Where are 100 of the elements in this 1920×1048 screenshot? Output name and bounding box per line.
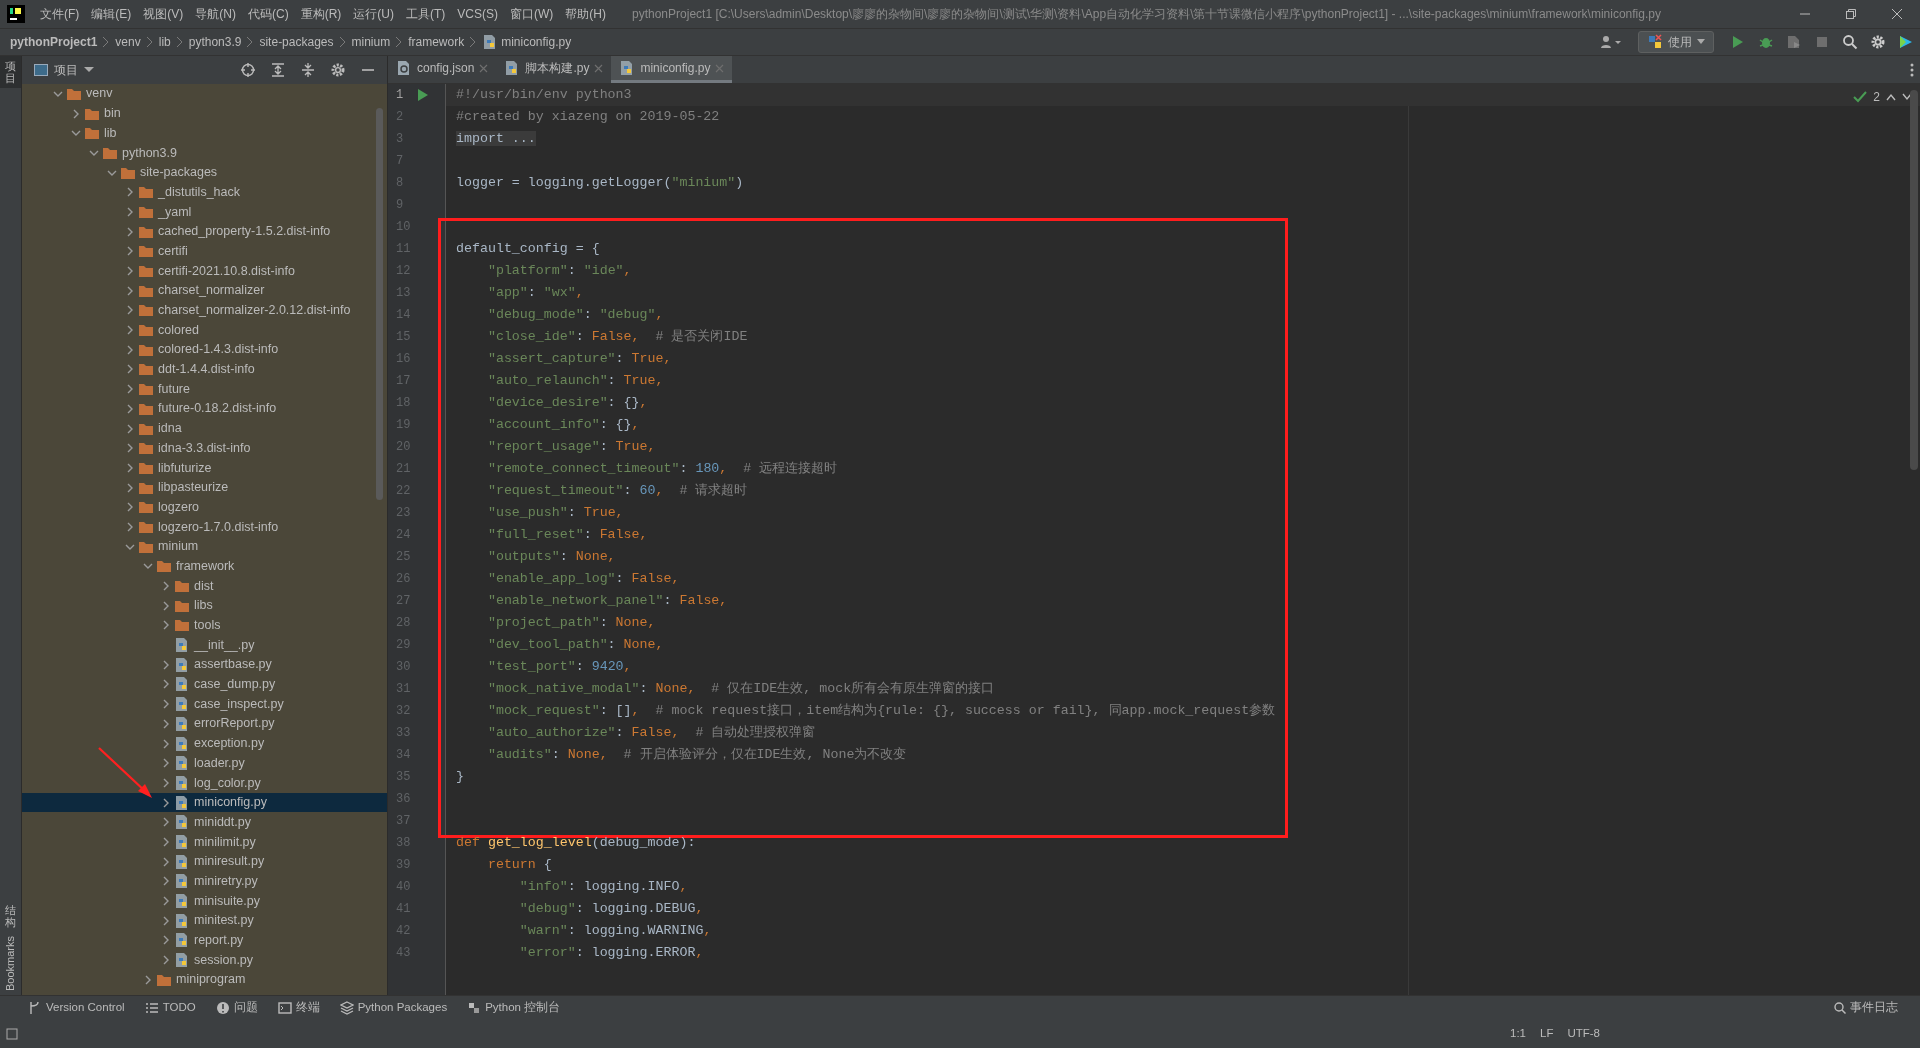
menu-item[interactable]: 文件(F)	[34, 5, 86, 23]
tree-item[interactable]: log_color.py	[22, 773, 387, 793]
tool-window-button[interactable]: Version Control	[28, 999, 125, 1017]
tree-item[interactable]: python3.9	[22, 143, 387, 163]
tool-window-button[interactable]: Python Packages	[339, 999, 448, 1017]
breadcrumb-item[interactable]: miniconfig.py	[482, 33, 572, 51]
scrollbar[interactable]	[376, 108, 383, 500]
tree-item[interactable]: loader.py	[22, 753, 387, 774]
menu-item[interactable]: 工具(T)	[400, 5, 452, 23]
tree-item[interactable]: errorReport.py	[22, 714, 387, 734]
tree-item[interactable]: report.py	[22, 930, 387, 951]
tree-item[interactable]: charset_normalizer-2.0.12.dist-info	[22, 300, 387, 321]
scrollbar[interactable]	[1910, 90, 1918, 470]
menu-item[interactable]: 帮助(H)	[559, 5, 612, 23]
tree-item[interactable]: lib	[22, 123, 387, 144]
code-line: "test_port": 9420,	[486, 658, 632, 677]
tree-item[interactable]: case_dump.py	[22, 674, 387, 695]
python-file-icon	[174, 912, 190, 929]
tool-window-tab[interactable]: 项目	[0, 56, 21, 89]
run-icon[interactable]	[417, 89, 430, 101]
event-log-button[interactable]: 事件日志	[1834, 999, 1898, 1017]
menu-item[interactable]: 视图(V)	[137, 5, 190, 23]
tree-item[interactable]: _yaml	[22, 202, 387, 222]
tree-item[interactable]: minisuite.py	[22, 891, 387, 911]
tree-item[interactable]: miniprogram	[22, 969, 387, 990]
tree-item[interactable]: cached_property-1.5.2.dist-info	[22, 221, 387, 242]
tree-item[interactable]: minilimit.py	[22, 832, 387, 852]
tree-item[interactable]: certifi-2021.10.8.dist-info	[22, 261, 387, 281]
tree-item[interactable]: bin	[22, 103, 387, 124]
tree-item[interactable]: miniconfig.py	[22, 792, 387, 813]
tree-item[interactable]: minitest.py	[22, 910, 387, 931]
editor-tab[interactable]: miniconfig.py	[611, 56, 733, 83]
tree-item[interactable]: venv	[22, 84, 387, 104]
tree-item[interactable]: libfuturize	[22, 458, 387, 478]
json-file-icon	[396, 60, 412, 76]
tool-window-tab[interactable]: 结构	[0, 899, 21, 932]
tree-item[interactable]: future	[22, 379, 387, 399]
tree-item[interactable]: miniresult.py	[22, 851, 387, 872]
tool-window-button[interactable]: 问题	[215, 999, 258, 1017]
breadcrumb-item[interactable]: python3.9	[188, 33, 242, 51]
status-item[interactable]: UTF-8	[1567, 1025, 1600, 1043]
breadcrumb-item[interactable]: pythonProject1	[10, 33, 98, 51]
tool-window-tab[interactable]: Bookmarks	[0, 931, 21, 995]
breadcrumb-item[interactable]: framework	[408, 33, 465, 51]
tree-item[interactable]: framework	[22, 556, 387, 577]
tree-item[interactable]: future-0.18.2.dist-info	[22, 399, 387, 419]
tree-item[interactable]: ddt-1.4.4.dist-info	[22, 359, 387, 380]
breadcrumb-item[interactable]: site-packages	[259, 33, 334, 51]
tree-item[interactable]: miniddt.py	[22, 812, 387, 833]
tree-item[interactable]: colored-1.4.3.dist-info	[22, 339, 387, 360]
menu-item[interactable]: VCS(S)	[451, 5, 504, 23]
menu-item[interactable]: 重构(R)	[294, 5, 348, 23]
code-line: "assert_capture": True,	[486, 350, 672, 369]
tree-item[interactable]: tools	[22, 615, 387, 636]
tree-item[interactable]: colored	[22, 320, 387, 340]
tree-item[interactable]: dist	[22, 576, 387, 596]
tool-window-button[interactable]: Python 控制台	[467, 999, 561, 1017]
run-config-dropdown[interactable]: 使用	[1638, 31, 1714, 53]
tree-item[interactable]: libs	[22, 595, 387, 616]
python-file-icon	[174, 814, 190, 831]
python-icon	[1647, 34, 1663, 50]
tree-item[interactable]: case_inspect.py	[22, 694, 387, 714]
menu-item[interactable]: 运行(U)	[347, 5, 400, 23]
menu-item[interactable]: 编辑(E)	[85, 5, 138, 23]
code-line: "close_ide": False, # 是否关闭IDE	[486, 328, 748, 347]
status-item[interactable]: 1:1	[1510, 1025, 1526, 1043]
tool-window-button[interactable]: TODO	[144, 999, 196, 1017]
tree-item[interactable]: session.py	[22, 950, 387, 970]
tree-item[interactable]: logzero	[22, 497, 387, 518]
tree-item[interactable]: idna-3.3.dist-info	[22, 438, 387, 459]
tree-item[interactable]: site-packages	[22, 162, 387, 183]
tree-item[interactable]: idna	[22, 418, 387, 439]
tree-item[interactable]: libpasteurize	[22, 477, 387, 498]
panel-toggle-icon[interactable]	[6, 1028, 18, 1040]
tree-item[interactable]: assertbase.py	[22, 654, 387, 675]
tree-item[interactable]: logzero-1.7.0.dist-info	[22, 517, 387, 537]
tree-item[interactable]: miniretry.py	[22, 871, 387, 892]
tree-item[interactable]: exception.py	[22, 733, 387, 754]
tree-item[interactable]: certifi	[22, 241, 387, 262]
breadcrumb-item[interactable]: venv	[115, 33, 141, 51]
tool-window-button[interactable]: 终端	[277, 999, 320, 1017]
code-line: "account_info": {},	[486, 416, 640, 435]
breadcrumb-item[interactable]: lib	[158, 33, 171, 51]
tree-item[interactable]: charset_normalizer	[22, 280, 387, 301]
python-file-icon	[174, 893, 190, 910]
status-item[interactable]: LF	[1540, 1025, 1554, 1043]
menu-item[interactable]: 窗口(W)	[504, 5, 560, 23]
menu-item[interactable]: 导航(N)	[189, 5, 242, 23]
tree-item[interactable]: minium	[22, 536, 387, 557]
editor-tab[interactable]: 脚本构建.py	[496, 56, 612, 83]
folder-icon	[138, 440, 154, 457]
breadcrumb-item[interactable]: minium	[351, 33, 391, 51]
tree-item[interactable]: _distutils_hack	[22, 182, 387, 203]
editor-tab[interactable]: config.json	[388, 56, 497, 83]
close-icon	[479, 63, 489, 73]
menu-item[interactable]: 代码(C)	[242, 5, 295, 23]
tree-item[interactable]: __init__.py	[22, 635, 387, 655]
project-view-dropdown[interactable]: 项目	[28, 61, 100, 79]
code-line: def get_log_level(debug_mode):	[455, 834, 696, 853]
up-icon[interactable]	[1886, 93, 1896, 101]
